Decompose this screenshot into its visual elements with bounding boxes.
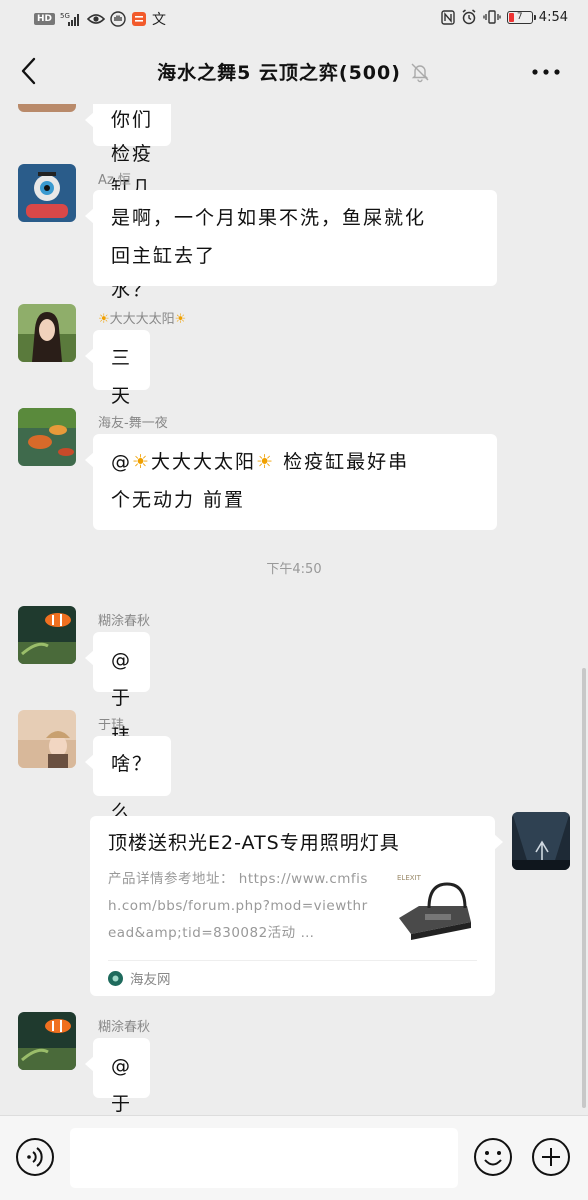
input-bar	[0, 1115, 588, 1200]
sender-name: ☀大大大太阳☀	[98, 308, 186, 327]
sun-emoji: ☀	[174, 312, 187, 327]
sender-name: Az.恒	[98, 173, 131, 188]
plus-icon	[532, 1138, 570, 1176]
avatar[interactable]	[18, 1012, 76, 1070]
sender-name: 糊涂春秋	[98, 1020, 151, 1035]
message-text-line: 个无动力 前置	[111, 489, 246, 511]
avatar[interactable]	[18, 164, 76, 222]
source-name: 海友网	[130, 972, 171, 988]
voice-button[interactable]	[14, 1136, 56, 1178]
eye-icon	[87, 13, 106, 25]
sender-name: 于玮	[98, 718, 125, 733]
message-text: 检疫缸最好串	[275, 451, 410, 473]
more-functions-button[interactable]	[530, 1136, 572, 1178]
avatar[interactable]	[18, 104, 76, 112]
clock: 4:54	[538, 9, 568, 25]
app-notification-icon	[131, 11, 147, 27]
chat-title: 海水之舞5 云顶之弈(500)	[157, 62, 401, 84]
translate-icon: 文	[152, 12, 167, 28]
sender-name: 糊涂春秋	[98, 614, 151, 629]
thumbnail-brand-text: ELEXIT	[397, 874, 422, 882]
message-text: 啥？	[111, 753, 154, 775]
link-card[interactable]: 顶楼送积光E2-ATS专用照明灯具 产品详情参考地址： https://www.…	[90, 816, 503, 996]
avatar[interactable]	[18, 606, 76, 664]
sun-emoji: ☀	[132, 451, 152, 473]
avatar[interactable]	[18, 408, 76, 466]
emoji-icon	[474, 1138, 512, 1176]
network-label: 5G	[60, 12, 70, 20]
link-source: 海友网	[108, 968, 171, 988]
battery-level: 7	[516, 12, 523, 22]
vibrate-icon	[483, 10, 501, 24]
avatar[interactable]	[18, 304, 76, 362]
chat-header: 海水之舞5 云顶之弈(500)	[0, 40, 588, 104]
hd-badge: HD	[34, 13, 56, 25]
nfc-icon	[441, 9, 455, 25]
message-text-line: @☀大大大太阳☀ 检疫缸最好串	[111, 443, 479, 481]
message-text-line: 是啊，一个月如果不洗，鱼屎就化	[111, 207, 427, 229]
signal-icon: 5G	[60, 12, 82, 26]
avatar-self[interactable]	[512, 812, 570, 870]
message-bubble[interactable]: @☀大大大太阳☀ 检疫缸最好串 个无动力 前置	[85, 434, 497, 530]
sun-emoji: ☀	[256, 451, 276, 473]
divider	[108, 960, 477, 961]
bell-off-icon	[411, 63, 429, 82]
message-bubble[interactable]: 你们检疫缸几天换一次水？	[85, 104, 171, 301]
message-bubble[interactable]: 啥？	[84, 736, 172, 796]
more-icon	[532, 69, 560, 75]
mention-name: 大大大太阳	[151, 451, 257, 473]
message-list[interactable]: 你们检疫缸几天换一次水？ Az.恒 是啊，一个月如果不洗，鱼屎就化 回主缸去了 …	[0, 104, 588, 1116]
source-logo-icon	[108, 970, 123, 986]
message-text-line: 回主缸去了	[111, 245, 217, 267]
avatar[interactable]	[18, 710, 76, 768]
scrollbar[interactable]	[582, 668, 586, 1108]
message-text: @于玮 鱼啊	[111, 1055, 133, 1115]
battery-icon: 7	[506, 10, 536, 24]
sender-name: 海友-舞一夜	[98, 416, 168, 431]
message-bubble[interactable]: 是啊，一个月如果不洗，鱼屎就化 回主缸去了	[85, 190, 497, 286]
alarm-icon	[461, 9, 477, 25]
message-text: 三天	[111, 347, 133, 407]
voice-icon	[16, 1138, 54, 1176]
link-description: 产品详情参考地址： https://www.cmfish.com/bbs/for…	[108, 871, 368, 941]
sender-name-text: 大大大太阳	[109, 312, 175, 327]
link-title: 顶楼送积光E2-ATS专用照明灯具	[108, 832, 400, 854]
message-bubble[interactable]: 三天	[84, 330, 151, 407]
link-thumbnail: ELEXIT	[389, 868, 477, 948]
hand-icon	[110, 11, 126, 27]
timestamp: 下午4:50	[266, 562, 322, 577]
mention-at: @	[111, 451, 132, 473]
message-bubble[interactable]: @于玮 鱼啊	[84, 1038, 151, 1115]
message-bubble[interactable]: @于玮 怎么样了	[84, 632, 151, 899]
emoji-button[interactable]	[472, 1136, 514, 1178]
message-input[interactable]	[70, 1128, 458, 1188]
status-bar: HD 5G 文 7 4:54	[0, 0, 588, 36]
sun-emoji: ☀	[98, 312, 110, 327]
more-button[interactable]	[530, 60, 562, 84]
